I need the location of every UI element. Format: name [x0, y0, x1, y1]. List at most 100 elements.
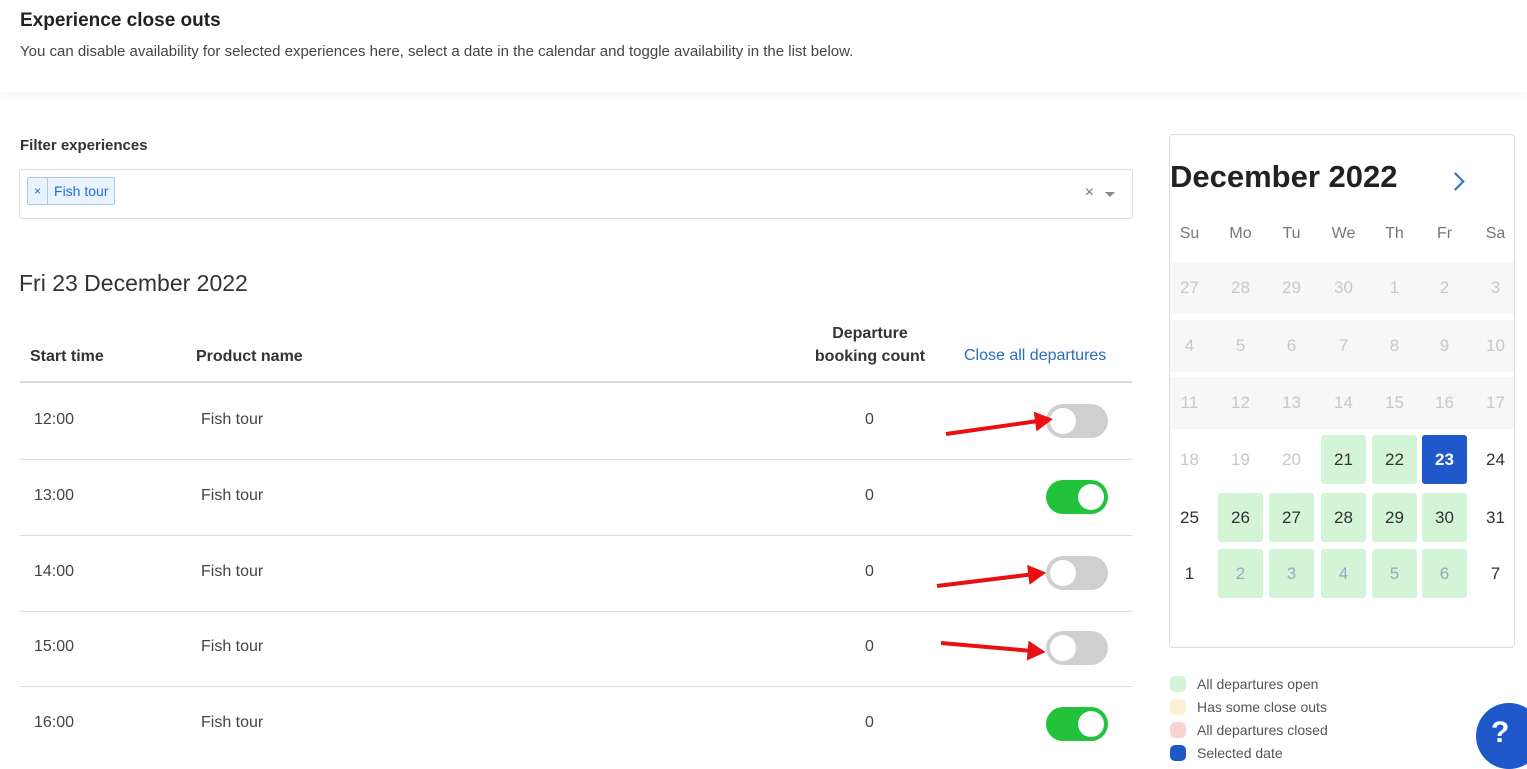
start-time: 15:00 — [34, 638, 75, 655]
toggle-knob — [1078, 484, 1104, 510]
calendar-day[interactable]: 29 — [1269, 263, 1314, 312]
calendar-day[interactable]: 15 — [1372, 378, 1417, 427]
dropdown-arrow-icon[interactable] — [1105, 192, 1115, 197]
calendar-day[interactable]: 10 — [1473, 321, 1514, 370]
calendar-day[interactable]: 1 — [1170, 549, 1212, 598]
calendar-legend: All departures open Has some close outs Al… — [1170, 672, 1328, 764]
product-name: Fish tour — [201, 411, 264, 428]
booking-count: 0 — [865, 714, 874, 731]
availability-toggle[interactable] — [1046, 480, 1108, 514]
calendar-day[interactable]: 27 — [1170, 263, 1212, 312]
calendar-day[interactable]: 30 — [1321, 263, 1366, 312]
calendar-day[interactable]: 29 — [1372, 493, 1417, 542]
table-row: 16:00 Fish tour 0 — [20, 686, 1132, 762]
question-mark-icon: ? — [1491, 716, 1510, 749]
calendar-day[interactable]: 25 — [1170, 493, 1212, 542]
filter-experiences-select[interactable]: × Fish tour × — [19, 169, 1133, 219]
calendar-day[interactable]: 5 — [1372, 549, 1417, 598]
calendar-day[interactable]: 2 — [1422, 263, 1467, 312]
filter-tag-label: Fish tour — [54, 183, 109, 199]
calendar-day[interactable]: 19 — [1218, 435, 1263, 484]
availability-toggle[interactable] — [1046, 404, 1108, 438]
column-header-product-name: Product name — [196, 348, 303, 365]
legend-item: All departures closed — [1170, 718, 1328, 741]
calendar-day[interactable]: 9 — [1422, 321, 1467, 370]
legend-swatch — [1170, 698, 1186, 715]
calendar-day[interactable]: 14 — [1321, 378, 1366, 427]
calendar-day[interactable]: 6 — [1422, 549, 1467, 598]
calendar-day[interactable]: 8 — [1372, 321, 1417, 370]
product-name: Fish tour — [201, 487, 264, 504]
column-header-booking-count: Departure booking count — [800, 322, 940, 368]
availability-toggle[interactable] — [1046, 707, 1108, 741]
start-time: 16:00 — [34, 714, 75, 731]
calendar-day[interactable]: 5 — [1218, 321, 1263, 370]
page-description: You can disable availability for selecte… — [20, 43, 854, 60]
filter-label: Filter experiences — [20, 137, 148, 154]
calendar-day[interactable]: 21 — [1321, 435, 1366, 484]
calendar-day[interactable]: 30 — [1422, 493, 1467, 542]
tag-remove-icon[interactable]: × — [28, 178, 49, 204]
weekday-label: Fr — [1436, 225, 1453, 242]
calendar-day[interactable]: 4 — [1321, 549, 1366, 598]
legend-item: Selected date — [1170, 741, 1328, 764]
calendar-day[interactable]: 13 — [1269, 378, 1314, 427]
calendar-day[interactable]: 22 — [1372, 435, 1417, 484]
calendar-day[interactable]: 20 — [1269, 435, 1314, 484]
legend-item: All departures open — [1170, 672, 1328, 695]
weekday-label: Su — [1179, 225, 1200, 242]
toggle-knob — [1050, 560, 1076, 586]
availability-toggle[interactable] — [1046, 631, 1108, 665]
legend-label: Selected date — [1197, 744, 1283, 761]
product-name: Fish tour — [201, 563, 264, 580]
availability-toggle[interactable] — [1046, 556, 1108, 590]
table-row: 15:00 Fish tour 0 — [20, 610, 1132, 687]
calendar-day[interactable]: 28 — [1321, 493, 1366, 542]
calendar-day[interactable]: 12 — [1218, 378, 1263, 427]
calendar-day[interactable]: 17 — [1473, 378, 1514, 427]
calendar-day[interactable]: 31 — [1473, 493, 1514, 542]
close-all-departures-link[interactable]: Close all departures — [964, 347, 1106, 365]
page-title: Experience close outs — [20, 10, 221, 31]
toggle-knob — [1050, 635, 1076, 661]
clear-filter-icon[interactable]: × — [1085, 184, 1094, 202]
calendar-day[interactable]: 7 — [1473, 549, 1514, 598]
calendar-day[interactable]: 27 — [1269, 493, 1314, 542]
calendar-day[interactable]: 24 — [1473, 435, 1514, 484]
legend-label: All departures closed — [1197, 721, 1328, 738]
filter-tag: × Fish tour — [27, 177, 116, 205]
legend-swatch — [1170, 721, 1186, 738]
selected-date-heading: Fri 23 December 2022 — [19, 270, 248, 296]
calendar-day[interactable]: 11 — [1170, 378, 1212, 427]
product-name: Fish tour — [201, 638, 264, 655]
help-button[interactable]: ? — [1476, 703, 1527, 769]
weekday-label: Tu — [1282, 225, 1301, 242]
calendar-day-selected[interactable]: 23 — [1422, 435, 1467, 484]
calendar-day[interactable]: 7 — [1321, 321, 1366, 370]
booking-count: 0 — [865, 487, 874, 504]
product-name: Fish tour — [201, 714, 264, 731]
calendar-day[interactable]: 2 — [1218, 549, 1263, 598]
start-time: 13:00 — [34, 487, 75, 504]
legend-label: All departures open — [1197, 675, 1319, 692]
weekday-label: Mo — [1229, 225, 1252, 242]
column-header-booking-count-line1: Departure — [832, 325, 908, 342]
chevron-right-icon[interactable] — [1446, 172, 1465, 191]
calendar-day[interactable]: 18 — [1170, 435, 1212, 484]
legend-item: Has some close outs — [1170, 695, 1328, 718]
booking-count: 0 — [865, 563, 874, 580]
calendar-day[interactable]: 4 — [1170, 321, 1212, 370]
calendar-day[interactable]: 3 — [1473, 263, 1514, 312]
calendar-month-title: December 2022 — [1170, 159, 1398, 194]
weekday-label: Th — [1385, 225, 1404, 242]
legend-label: Has some close outs — [1197, 698, 1327, 715]
calendar-day[interactable]: 6 — [1269, 321, 1314, 370]
legend-swatch — [1170, 675, 1186, 692]
page-header: Experience close outs You can disable av… — [0, 0, 1527, 92]
calendar-day[interactable]: 28 — [1218, 263, 1263, 312]
calendar-day[interactable]: 3 — [1269, 549, 1314, 598]
calendar-day[interactable]: 1 — [1372, 263, 1417, 312]
calendar-day[interactable]: 16 — [1422, 378, 1467, 427]
calendar-day[interactable]: 26 — [1218, 493, 1263, 542]
table-row: 14:00 Fish tour 0 — [20, 535, 1132, 612]
